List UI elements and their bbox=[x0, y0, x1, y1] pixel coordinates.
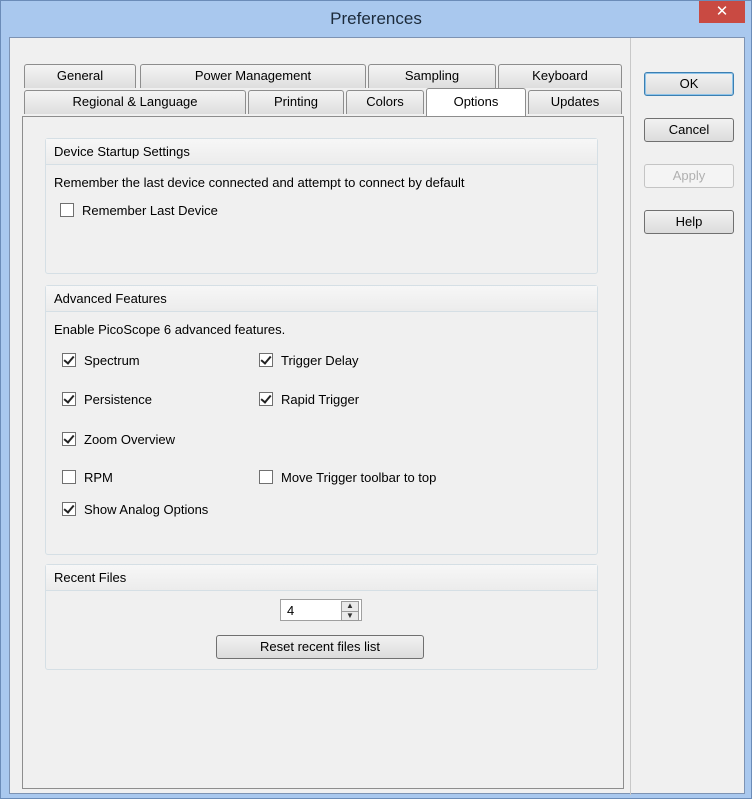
show-analog-options-checkbox[interactable]: Show Analog Options bbox=[62, 500, 208, 518]
recent-files-count-spinner[interactable]: ▲ ▼ bbox=[280, 599, 362, 621]
checkbox-label: Persistence bbox=[84, 391, 152, 407]
tab-updates[interactable]: Updates bbox=[528, 90, 622, 114]
spectrum-checkbox[interactable]: Spectrum bbox=[62, 351, 140, 369]
rapid-trigger-checkbox[interactable]: Rapid Trigger bbox=[259, 390, 359, 408]
tab-keyboard[interactable]: Keyboard bbox=[498, 64, 622, 88]
spin-down-icon[interactable]: ▼ bbox=[342, 611, 358, 621]
title-bar[interactable]: Preferences ✕ bbox=[1, 1, 751, 37]
advanced-description: Enable PicoScope 6 advanced features. bbox=[54, 322, 286, 337]
tab-colors[interactable]: Colors bbox=[346, 90, 424, 114]
close-button[interactable]: ✕ bbox=[699, 1, 745, 23]
checkbox-label: Move Trigger toolbar to top bbox=[281, 469, 437, 485]
checkbox-box[interactable] bbox=[62, 432, 76, 446]
checkbox-label: Rapid Trigger bbox=[281, 391, 360, 407]
tab-general[interactable]: General bbox=[24, 64, 136, 88]
tab-power-management[interactable]: Power Management bbox=[140, 64, 366, 88]
rpm-checkbox[interactable]: RPM bbox=[62, 468, 113, 486]
preferences-window: Preferences ✕ General Power Management S… bbox=[0, 0, 752, 799]
recent-files-group: Recent Files ▲ ▼ Reset recent files list bbox=[45, 564, 598, 670]
spinner-buttons[interactable]: ▲ ▼ bbox=[341, 601, 359, 621]
group-header: Advanced Features bbox=[46, 286, 597, 312]
cancel-button[interactable]: Cancel bbox=[644, 118, 734, 142]
tab-printing[interactable]: Printing bbox=[248, 90, 344, 114]
checkbox-box[interactable] bbox=[62, 392, 76, 406]
checkbox-label: Trigger Delay bbox=[281, 352, 359, 368]
remember-last-device-checkbox[interactable]: Remember Last Device bbox=[60, 201, 218, 219]
ok-button[interactable]: OK bbox=[644, 72, 734, 96]
help-button[interactable]: Help bbox=[644, 210, 734, 234]
apply-button: Apply bbox=[644, 164, 734, 188]
checkbox-label: Show Analog Options bbox=[84, 501, 209, 517]
checkbox-label: RPM bbox=[84, 469, 113, 485]
recent-files-count-input[interactable] bbox=[281, 600, 341, 620]
group-header: Device Startup Settings bbox=[46, 139, 597, 165]
tab-regional-language[interactable]: Regional & Language bbox=[24, 90, 246, 114]
trigger-delay-checkbox[interactable]: Trigger Delay bbox=[259, 351, 359, 369]
checkbox-box[interactable] bbox=[259, 470, 273, 484]
checkbox-label: Spectrum bbox=[84, 352, 140, 368]
checkbox-box[interactable] bbox=[60, 203, 74, 217]
advanced-features-group: Advanced Features Enable PicoScope 6 adv… bbox=[45, 285, 598, 555]
move-trigger-toolbar-checkbox[interactable]: Move Trigger toolbar to top bbox=[259, 468, 436, 486]
tab-options[interactable]: Options bbox=[426, 88, 526, 116]
checkbox-label: Remember Last Device bbox=[82, 202, 218, 218]
window-title: Preferences bbox=[330, 9, 422, 28]
tab-sampling[interactable]: Sampling bbox=[368, 64, 496, 88]
persistence-checkbox[interactable]: Persistence bbox=[62, 390, 152, 408]
group-header: Recent Files bbox=[46, 565, 597, 591]
dialog-client-area: General Power Management Sampling Keyboa… bbox=[9, 37, 745, 795]
checkbox-box[interactable] bbox=[62, 502, 76, 516]
checkbox-box[interactable] bbox=[62, 470, 76, 484]
checkbox-box[interactable] bbox=[62, 353, 76, 367]
tab-area: General Power Management Sampling Keyboa… bbox=[10, 38, 630, 795]
checkbox-box[interactable] bbox=[259, 392, 273, 406]
device-startup-description: Remember the last device connected and a… bbox=[54, 175, 465, 190]
reset-recent-files-button[interactable]: Reset recent files list bbox=[216, 635, 424, 659]
options-tab-panel: Device Startup Settings Remember the las… bbox=[22, 116, 624, 789]
device-startup-group: Device Startup Settings Remember the las… bbox=[45, 138, 598, 274]
checkbox-box[interactable] bbox=[259, 353, 273, 367]
checkbox-label: Zoom Overview bbox=[84, 431, 176, 447]
side-separator bbox=[630, 38, 631, 795]
zoom-overview-checkbox[interactable]: Zoom Overview bbox=[62, 430, 175, 448]
